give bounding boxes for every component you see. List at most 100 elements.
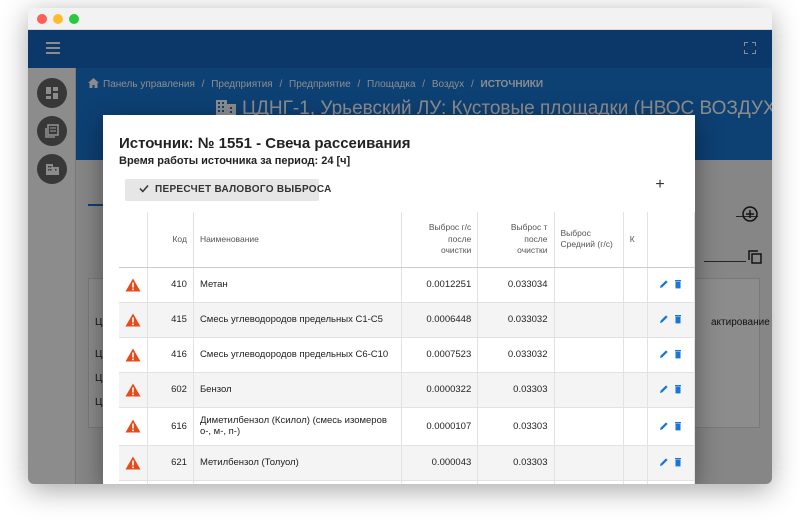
emission-t-cell: 0.03303 bbox=[477, 445, 555, 481]
warning-icon bbox=[125, 456, 141, 469]
recalc-emission-button[interactable]: ПЕРЕСЧЕТ ВАЛОВОГО ВЫБРОСА bbox=[125, 179, 331, 201]
add-button[interactable]: + bbox=[653, 176, 667, 194]
name-cell: Диметилбензол (Ксилол) (смесь изомеров о… bbox=[193, 407, 402, 446]
header-emission-g[interactable]: Выброс г/с после очистки bbox=[401, 212, 479, 268]
actions-cell bbox=[647, 267, 695, 303]
delete-icon[interactable] bbox=[673, 314, 683, 324]
dialog-title: Источник: № 1551 - Свеча рассеивания bbox=[119, 135, 411, 152]
actions-cell bbox=[647, 302, 695, 338]
header-line: Выброс bbox=[560, 227, 591, 238]
k-cell bbox=[623, 372, 648, 408]
delete-icon[interactable] bbox=[673, 279, 683, 289]
actions-cell bbox=[647, 337, 695, 373]
k-cell bbox=[623, 445, 648, 481]
code-cell: 416 bbox=[147, 337, 194, 373]
actions-cell bbox=[647, 372, 695, 408]
actions-cell bbox=[647, 445, 695, 481]
avg-cell bbox=[554, 445, 624, 481]
emission-g-cell: 0.0000322 bbox=[401, 372, 479, 408]
emission-g-cell: 0.0000107 bbox=[401, 407, 479, 446]
table-row[interactable]: 416 Смесь углеводородов предельных С6-С10… bbox=[119, 337, 695, 373]
emissions-table: Код Наименование Выброс г/с после очистк… bbox=[119, 212, 695, 484]
table-header-row: Код Наименование Выброс г/с после очистк… bbox=[119, 212, 695, 268]
warning-icon bbox=[125, 348, 141, 361]
source-dialog: Источник: № 1551 - Свеча рассеивания Вре… bbox=[103, 115, 695, 484]
name-cell: Метилбензол (Толуол) bbox=[193, 445, 402, 481]
actions-cell bbox=[647, 407, 695, 446]
header-line: после bbox=[524, 233, 548, 244]
emission-t-cell: 0.03303 bbox=[477, 407, 555, 446]
status-cell bbox=[119, 337, 149, 373]
avg-cell bbox=[554, 337, 624, 373]
code-cell: 616 bbox=[147, 407, 194, 446]
header-line: Выброс т bbox=[510, 222, 548, 233]
close-window-button[interactable] bbox=[37, 14, 47, 24]
status-cell bbox=[119, 407, 149, 446]
edit-icon[interactable] bbox=[659, 384, 669, 394]
edit-icon[interactable] bbox=[659, 314, 669, 324]
header-line: очистки bbox=[517, 244, 548, 255]
maximize-window-button[interactable] bbox=[69, 14, 79, 24]
status-cell bbox=[119, 445, 149, 481]
delete-icon[interactable] bbox=[673, 349, 683, 359]
header-line: Выброс г/с bbox=[428, 222, 472, 233]
header-emission-t[interactable]: Выброс т после очистки bbox=[477, 212, 555, 268]
header-avg[interactable]: Выброс Средний (г/с) bbox=[554, 212, 624, 268]
dialog-subtitle: Время работы источника за период: 24 [ч] bbox=[119, 155, 351, 167]
header-line: очистки bbox=[440, 244, 472, 255]
delete-icon[interactable] bbox=[673, 457, 683, 467]
k-cell bbox=[623, 407, 648, 446]
emission-t-cell: 0.033032 bbox=[477, 337, 555, 373]
warning-icon bbox=[125, 383, 141, 396]
emission-t-cell: 0.033034 bbox=[477, 267, 555, 303]
emission-g-cell: 0.0012251 bbox=[401, 267, 479, 303]
code-cell: 410 bbox=[147, 267, 194, 303]
edit-icon[interactable] bbox=[659, 349, 669, 359]
table-row[interactable]: 621 Метилбензол (Толуол) 0.000043 0.03303 bbox=[119, 445, 695, 481]
status-cell bbox=[119, 372, 149, 408]
k-cell bbox=[623, 337, 648, 373]
name-cell: Смесь углеводородов предельных С1-С5 bbox=[193, 302, 402, 338]
header-name[interactable]: Наименование bbox=[193, 212, 402, 268]
code-cell: 621 bbox=[147, 445, 194, 481]
check-icon bbox=[139, 185, 149, 193]
browser-window: Панель управления / Предприятия / Предпр… bbox=[28, 8, 772, 484]
edit-icon[interactable] bbox=[659, 457, 669, 467]
delete-icon[interactable] bbox=[673, 384, 683, 394]
header-actions bbox=[647, 212, 695, 268]
table-row[interactable]: 602 Бензол 0.0000322 0.03303 bbox=[119, 372, 695, 408]
code-cell: 415 bbox=[147, 302, 194, 338]
k-cell bbox=[623, 302, 648, 338]
delete-icon[interactable] bbox=[673, 421, 683, 431]
table-row[interactable]: 415 Смесь углеводородов предельных С1-С5 0… bbox=[119, 302, 695, 338]
header-k[interactable]: К bbox=[623, 212, 648, 268]
table-row[interactable]: 616 Диметилбензол (Ксилол) (смесь изомеро… bbox=[119, 407, 695, 446]
code-cell: 602 bbox=[147, 372, 194, 408]
avg-cell bbox=[554, 267, 624, 303]
name-cell: Бензол bbox=[193, 372, 402, 408]
edit-icon[interactable] bbox=[659, 279, 669, 289]
emission-g-cell: 0.0007523 bbox=[401, 337, 479, 373]
emission-t-cell: 0.03303 bbox=[477, 372, 555, 408]
recalc-emission-label: ПЕРЕСЧЕТ ВАЛОВОГО ВЫБРОСА bbox=[155, 184, 332, 195]
table-row[interactable]: 410 Метан 0.0012251 0.033034 bbox=[119, 267, 695, 303]
name-cell: Метан bbox=[193, 267, 402, 303]
warning-icon bbox=[125, 313, 141, 326]
k-cell bbox=[623, 267, 648, 303]
emission-g-cell: 0.000043 bbox=[401, 445, 479, 481]
header-status bbox=[119, 212, 149, 268]
edit-icon[interactable] bbox=[659, 421, 669, 431]
warning-icon bbox=[125, 278, 141, 291]
status-cell bbox=[119, 302, 149, 338]
warning-icon bbox=[125, 419, 141, 433]
minimize-window-button[interactable] bbox=[53, 14, 63, 24]
header-line: Средний (г/с) bbox=[560, 239, 613, 250]
emission-t-cell: 0.033032 bbox=[477, 302, 555, 338]
avg-cell bbox=[554, 407, 624, 446]
header-code[interactable]: Код bbox=[147, 212, 194, 268]
header-line: после bbox=[447, 233, 472, 244]
table-row bbox=[119, 480, 695, 484]
avg-cell bbox=[554, 372, 624, 408]
name-cell: Смесь углеводородов предельных С6-С10 bbox=[193, 337, 402, 373]
avg-cell bbox=[554, 302, 624, 338]
